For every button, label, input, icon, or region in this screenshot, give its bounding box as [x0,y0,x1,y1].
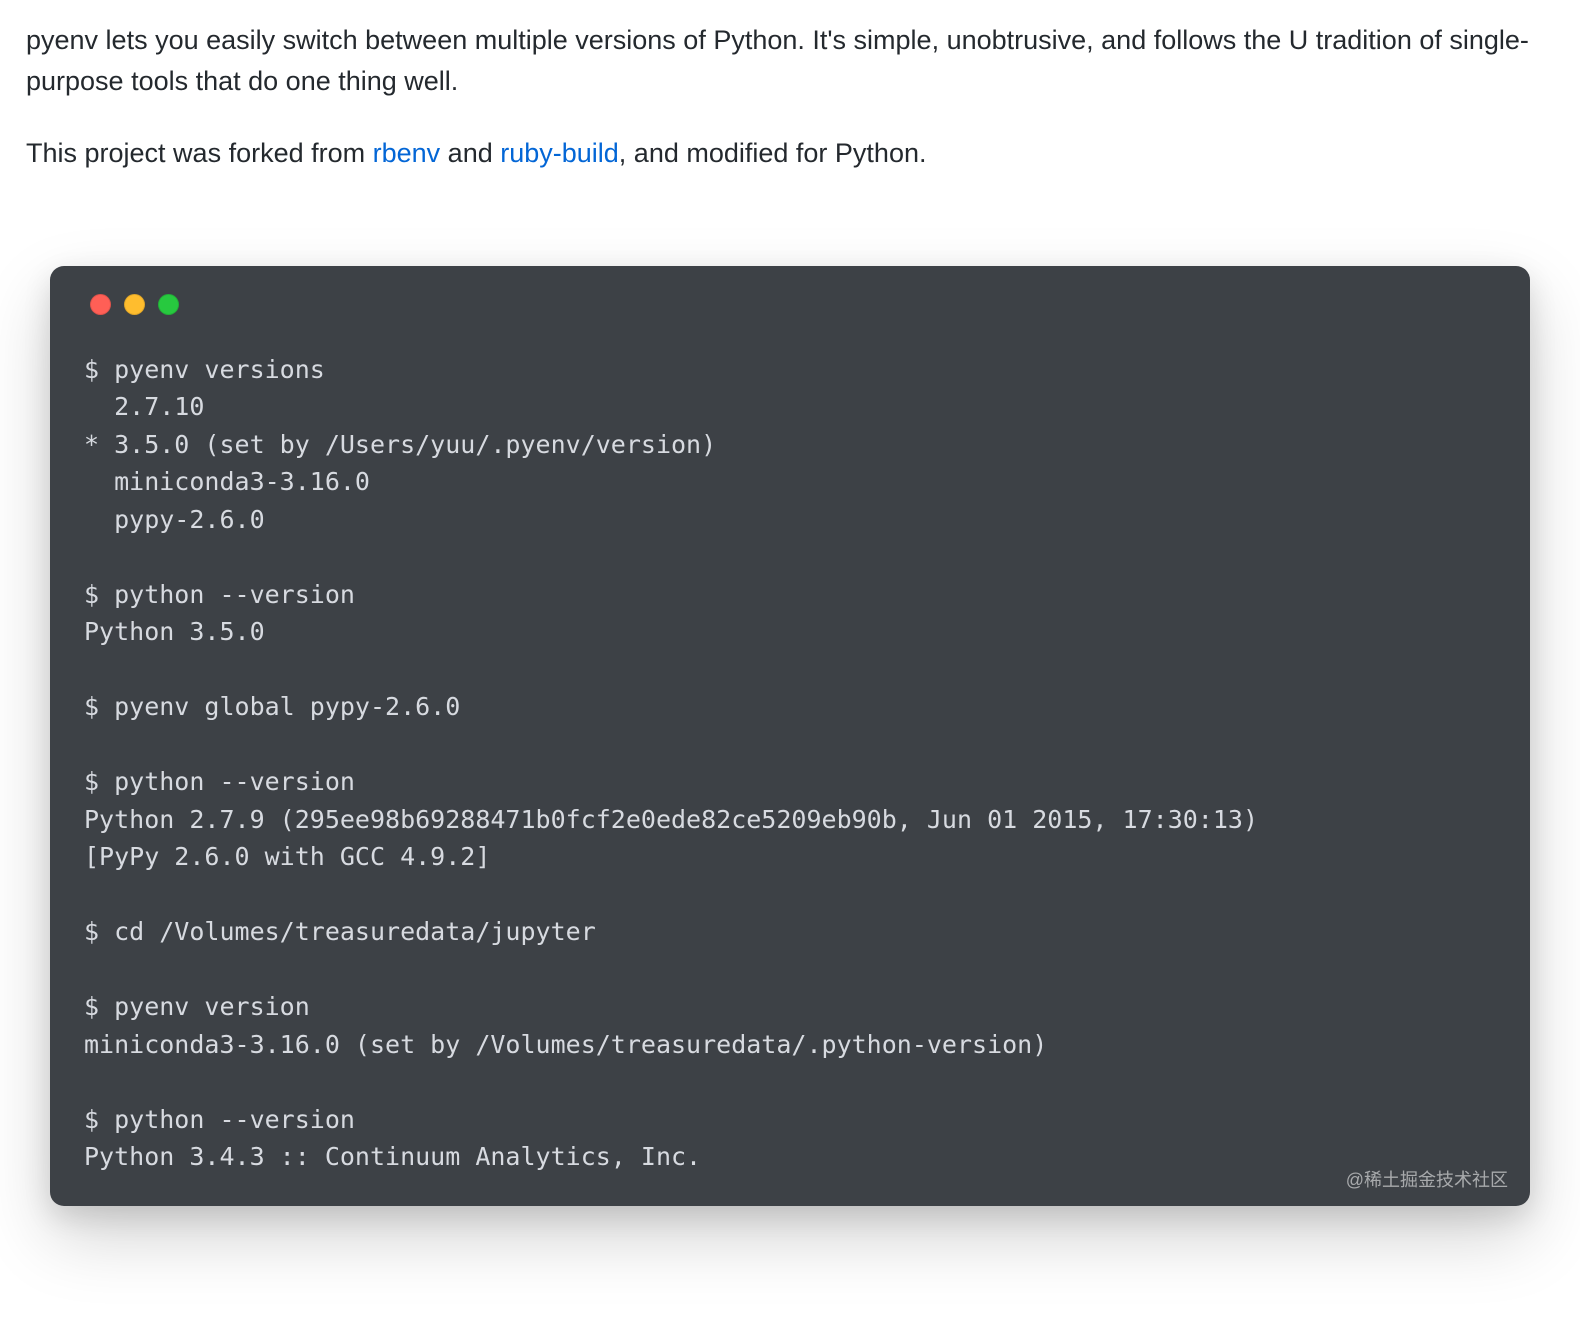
intro-paragraph-2: This project was forked from rbenv and r… [26,133,1554,174]
window-controls [84,294,1496,315]
maximize-icon [158,294,179,315]
intro-paragraph-1: pyenv lets you easily switch between mul… [26,20,1554,101]
minimize-icon [124,294,145,315]
terminal-container: $ pyenv versions 2.7.10 * 3.5.0 (set by … [0,206,1580,1206]
p2-mid: and [440,138,500,168]
close-icon [90,294,111,315]
terminal-window: $ pyenv versions 2.7.10 * 3.5.0 (set by … [50,266,1530,1206]
ruby-build-link[interactable]: ruby-build [500,138,619,168]
p2-post: , and modified for Python. [619,138,927,168]
p2-pre: This project was forked from [26,138,373,168]
terminal-output: $ pyenv versions 2.7.10 * 3.5.0 (set by … [84,351,1496,1176]
rbenv-link[interactable]: rbenv [373,138,441,168]
watermark-text: @稀土掘金技术社区 [1346,1166,1508,1192]
readme-content: pyenv lets you easily switch between mul… [0,0,1580,174]
